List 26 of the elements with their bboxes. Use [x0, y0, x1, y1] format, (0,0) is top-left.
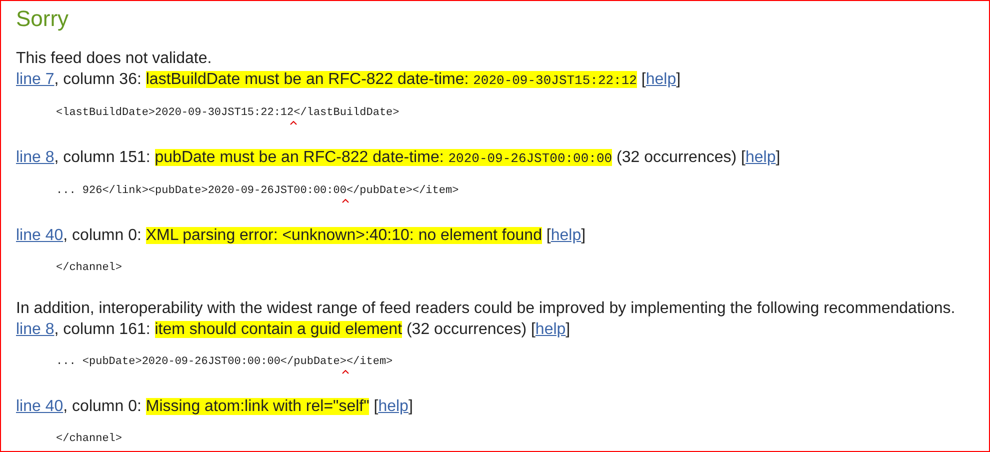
- code-snippet: ... <pubDate>2020-09-26JST00:00:00</pubDate></item>: [56, 355, 393, 369]
- page-title: Sorry: [16, 5, 70, 33]
- help-link[interactable]: help: [745, 149, 776, 166]
- recommendation-message: In addition, interoperability with the widest range of feed readers could be improved by implementing the following recommendations.: [16, 299, 956, 319]
- code-snippet: ... 926</link><pubDate>2020-09-26JST00:00:00</pubDate></item>: [56, 184, 459, 198]
- issue-line: line 8, column 151: pubDate must be an RFC-822 date-time: 2020-09-26JST00:00:00 (32 occurrences) [help]: [16, 148, 782, 168]
- caret-marker-icon: [342, 370, 350, 374]
- code-snippet: </channel>: [56, 261, 122, 275]
- line-link[interactable]: line 7: [16, 71, 54, 88]
- help-link[interactable]: help: [550, 227, 582, 244]
- caret-marker-icon: [290, 121, 297, 125]
- line-link[interactable]: line 8: [16, 321, 54, 338]
- issue-line: line 40, column 0: Missing atom:link with rel="self" [help]: [16, 397, 414, 417]
- line-link[interactable]: line 40: [16, 227, 64, 244]
- line-link[interactable]: line 8: [16, 149, 54, 166]
- help-link[interactable]: help: [378, 398, 408, 415]
- issue-line: line 8, column 161: item should contain a guid element (32 occurrences) [help]: [16, 320, 572, 340]
- caret-marker-icon: [342, 199, 350, 203]
- help-link[interactable]: help: [535, 321, 566, 338]
- help-link[interactable]: help: [646, 71, 676, 88]
- code-snippet: </channel>: [56, 432, 122, 446]
- issue-line: line 7, column 36: lastBuildDate must be an RFC-822 date-time: 2020-09-30JST15:22:12 [help]: [16, 70, 682, 90]
- validation-message: This feed does not validate.: [16, 49, 213, 69]
- issue-line: line 40, column 0: XML parsing error: <unknown>:40:10: no element found [help]: [16, 226, 587, 246]
- code-snippet: <lastBuildDate>2020-09-30JST15:22:12</lastBuildDate>: [56, 106, 400, 120]
- line-link[interactable]: line 40: [16, 398, 64, 415]
